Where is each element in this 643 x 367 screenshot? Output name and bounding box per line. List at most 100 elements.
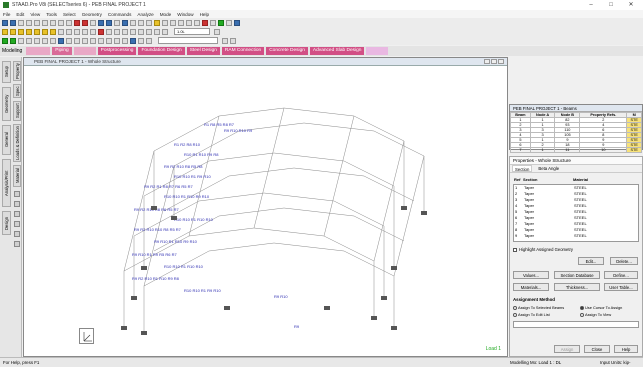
user-table-button[interactable]: User Table... <box>604 283 638 291</box>
arrow-right-icon[interactable] <box>66 28 72 35</box>
cut-icon[interactable] <box>34 19 40 26</box>
delete-button[interactable]: Delete... <box>610 257 638 265</box>
arrow-left-icon[interactable] <box>58 28 64 35</box>
top-view-icon[interactable] <box>130 28 136 35</box>
zoom-window-icon[interactable] <box>186 19 192 26</box>
copy-icon[interactable] <box>42 19 48 26</box>
subtab-property[interactable]: Property <box>13 61 21 81</box>
solid-icon[interactable] <box>154 19 160 26</box>
refresh-icon[interactable] <box>230 37 236 44</box>
hand-icon[interactable] <box>14 211 20 217</box>
radio-assign-selected[interactable]: Assign To Selected Beams <box>513 305 564 310</box>
view-3d-icon[interactable] <box>98 19 104 26</box>
select-geometry-icon[interactable] <box>42 28 48 35</box>
tab-postprocessing[interactable]: Postprocessing <box>97 47 137 55</box>
menu-select[interactable]: Select <box>63 12 76 17</box>
subtab-material[interactable]: Material <box>13 165 21 187</box>
select-plates-icon[interactable] <box>26 28 32 35</box>
tab-blank-3[interactable] <box>366 47 389 55</box>
beams-table[interactable]: Beam Node A Node B Property Refs. M 1 1 82… <box>510 112 642 153</box>
tab-piping[interactable]: Piping <box>52 47 72 55</box>
properties-window[interactable]: Properties - Whole Structure Section Bet… <box>509 156 643 357</box>
renumber-icon[interactable] <box>98 37 104 44</box>
menu-commands[interactable]: Commands <box>108 12 132 17</box>
menu-analyze[interactable]: Analyze <box>137 12 153 17</box>
node-icon[interactable] <box>130 19 136 26</box>
rotate-view-icon[interactable] <box>14 231 20 237</box>
tab-blank-2[interactable] <box>73 47 96 55</box>
generate-plates-icon[interactable] <box>58 37 64 44</box>
subtab-spec[interactable]: Spec <box>13 84 21 98</box>
define-button[interactable]: Define... <box>604 271 638 279</box>
tab-advanced-slab-design[interactable]: Advanced Slab Design <box>309 47 365 55</box>
section-view-icon[interactable] <box>138 37 144 44</box>
tab-blank-1[interactable] <box>26 47 51 55</box>
load-display-icon[interactable] <box>122 37 128 44</box>
materials-button[interactable]: Materials... <box>513 283 549 291</box>
menu-view[interactable]: View <box>30 12 40 17</box>
select-beams-icon[interactable] <box>18 28 24 35</box>
radio-icon[interactable] <box>513 312 517 317</box>
paste-icon[interactable] <box>50 19 56 26</box>
select-solids-icon[interactable] <box>34 28 40 35</box>
plate-icon[interactable] <box>146 19 152 26</box>
help-icon[interactable] <box>234 19 240 26</box>
viewport-minimize-button[interactable] <box>484 59 490 64</box>
menu-file[interactable]: File <box>3 12 10 17</box>
tab-geometry[interactable]: Geometry <box>2 87 11 121</box>
help-button[interactable]: Help <box>614 345 638 353</box>
tab-foundation-design[interactable]: Foundation Design <box>138 47 185 55</box>
stop-icon[interactable] <box>82 19 88 26</box>
subtab-support[interactable]: Support <box>13 101 21 121</box>
right-view-icon[interactable] <box>122 28 128 35</box>
structure-drawing[interactable]: R1 R8 R5 R8 R7R9 R10 R10 R9 R1 R2 R8 R10… <box>24 66 509 356</box>
menu-help[interactable]: Help <box>200 12 209 17</box>
select-icon[interactable] <box>14 191 20 197</box>
translational-repeat-icon[interactable] <box>2 37 8 44</box>
split-icon[interactable] <box>90 37 96 44</box>
highlight-checkbox[interactable]: Highlight Assigned Geometry <box>513 247 573 252</box>
zoom-icon[interactable] <box>14 221 20 227</box>
zoom-combo[interactable]: 1.0L <box>174 28 210 35</box>
select-all-icon[interactable] <box>50 28 56 35</box>
labels-icon[interactable] <box>210 19 216 26</box>
menu-mode[interactable]: Mode <box>160 12 172 17</box>
open-icon[interactable] <box>10 19 16 26</box>
beams-table-window[interactable]: PEB FINAL PROJECT 1 - Beams Beam Node A … <box>509 104 643 153</box>
table-row[interactable]: 7 1 11 10 STE <box>510 147 642 153</box>
render-icon[interactable] <box>106 19 112 26</box>
filter-icon[interactable] <box>222 37 228 44</box>
zoom-all-icon[interactable] <box>154 28 160 35</box>
add-beam-icon[interactable] <box>42 37 48 44</box>
properties-list[interactable]: 1 Taper STEEL 2 Taper STEEL 3 Taper STEEL 4 Tap… <box>513 184 639 242</box>
close-button[interactable]: ✕ <box>621 0 641 10</box>
insert-node-icon[interactable] <box>34 37 40 44</box>
mirror-icon[interactable] <box>18 37 24 44</box>
tab-setup[interactable]: Setup <box>2 61 11 83</box>
back-view-icon[interactable] <box>106 28 112 35</box>
snap-grid-icon[interactable] <box>66 37 72 44</box>
save-icon[interactable] <box>18 19 24 26</box>
redo-icon[interactable] <box>66 19 72 26</box>
results-icon[interactable] <box>218 19 224 26</box>
radio-use-cursor[interactable]: Use Cursor To Assign <box>580 305 622 310</box>
tab-beta-angle[interactable]: Beta Angle <box>536 165 561 172</box>
viewport-close-button[interactable] <box>498 59 504 64</box>
merge-icon[interactable] <box>82 37 88 44</box>
measure-icon[interactable] <box>194 19 200 26</box>
report-icon[interactable] <box>226 19 232 26</box>
circular-repeat-icon[interactable] <box>10 37 16 44</box>
bottom-view-icon[interactable] <box>138 28 144 35</box>
tab-ram-connection[interactable]: RAM Connection <box>221 47 265 55</box>
radio-icon[interactable] <box>580 305 584 310</box>
zoom-out-icon[interactable] <box>178 19 184 26</box>
viewport-maximize-button[interactable] <box>491 59 497 64</box>
front-view-icon[interactable] <box>98 28 104 35</box>
rotate-icon[interactable] <box>90 19 96 26</box>
tab-design[interactable]: Design <box>2 211 11 235</box>
line-icon[interactable] <box>14 241 20 247</box>
checkbox-icon[interactable] <box>513 247 517 252</box>
grid-icon[interactable] <box>122 19 128 26</box>
tab-section[interactable]: Section <box>512 165 533 172</box>
beam-icon[interactable] <box>138 19 144 26</box>
